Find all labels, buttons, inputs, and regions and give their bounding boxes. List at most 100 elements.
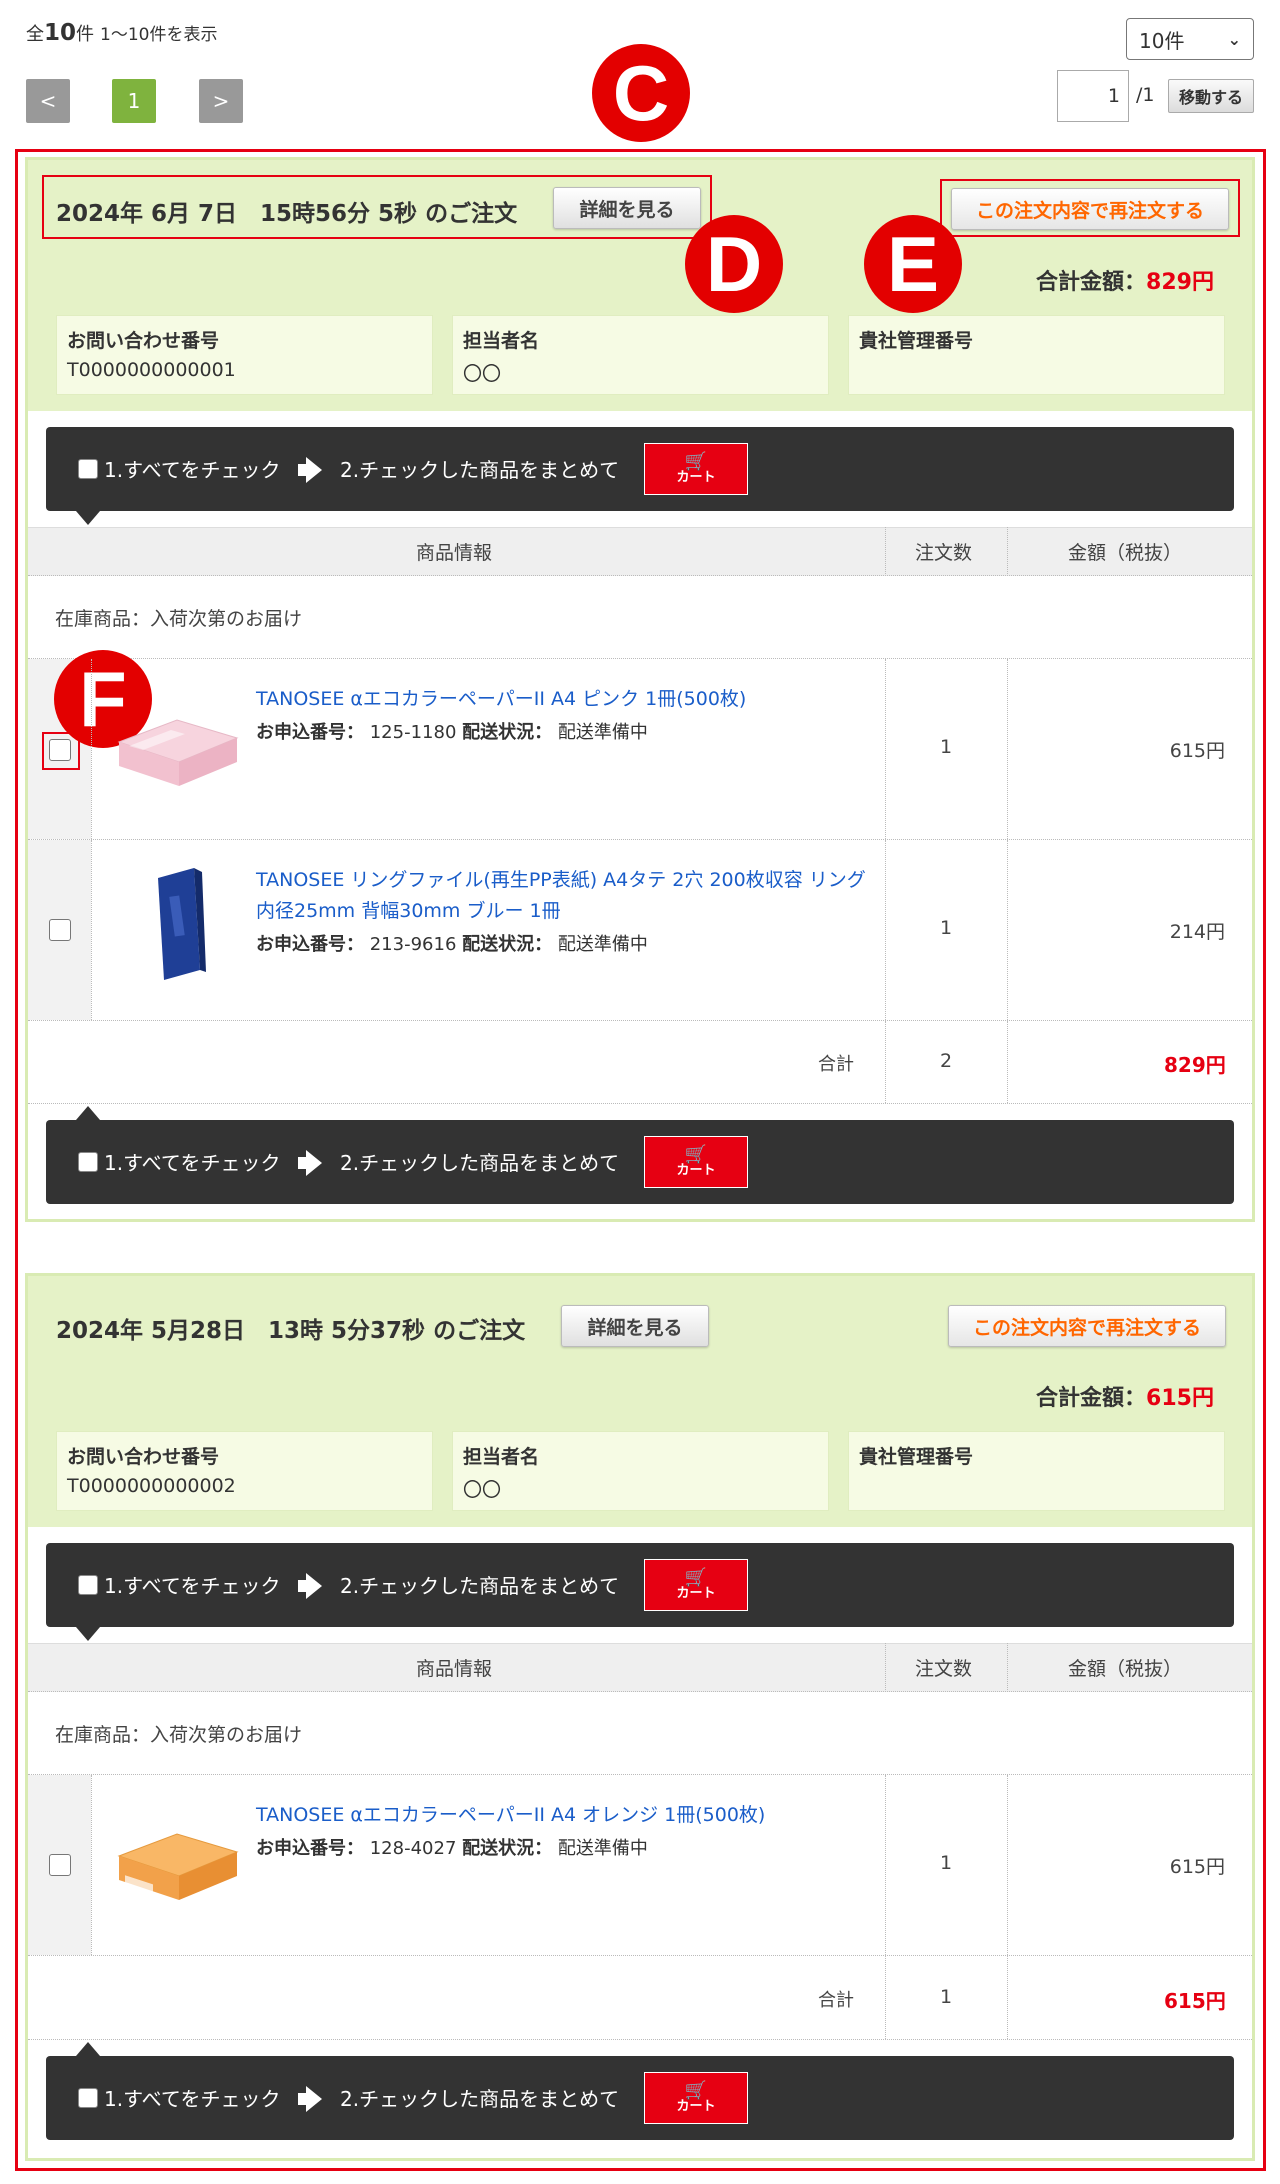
cart-icon: 🛒 <box>684 1566 708 1588</box>
row-checkbox[interactable] <box>49 1854 71 1876</box>
col-product-header: 商品情報 <box>416 542 493 564</box>
inquiry-number: T0000000000002 <box>67 1475 236 1497</box>
check-all-checkbox[interactable] <box>78 2088 98 2108</box>
product-link[interactable]: TANOSEE αエコカラーペーパーII A4 オレンジ 1冊(500枚) <box>256 1800 856 1831</box>
page-total: /1 <box>1136 84 1155 106</box>
annotation-frame-e <box>940 179 1240 237</box>
order-total-value: 615円 <box>1146 1386 1214 1411</box>
row-divider <box>28 839 1252 840</box>
item-qty: 1 <box>940 917 953 939</box>
item-price: 615円 <box>1169 740 1225 762</box>
stock-note: 在庫商品：入荷次第のお届け <box>55 1724 303 1746</box>
row-divider <box>28 1020 1252 1021</box>
add-to-cart-button[interactable]: 🛒 カート <box>644 2072 748 2124</box>
check-all-label[interactable]: 1.すべてをチェック <box>104 1570 280 1599</box>
cart-icon: 🛒 <box>684 1143 708 1165</box>
col-divider <box>885 840 886 1020</box>
row-divider <box>28 1774 1252 1775</box>
col-divider <box>1007 1775 1008 1955</box>
view-details-button[interactable]: 詳細を見る <box>561 1305 709 1347</box>
col-divider <box>1007 527 1008 576</box>
col-divider <box>885 1643 886 1692</box>
row-divider <box>28 2039 1252 2040</box>
col-divider <box>885 527 886 576</box>
reorder-button[interactable]: この注文内容で再注文する <box>948 1305 1226 1347</box>
col-divider <box>1007 1021 1008 1103</box>
col-divider <box>885 659 886 839</box>
row-divider <box>28 1103 1252 1104</box>
inquiry-number-box: お問い合わせ番号 T0000000000001 <box>56 315 433 395</box>
page-number-input[interactable]: 1 <box>1057 70 1129 122</box>
arrow-right-icon-stem <box>298 1157 308 1169</box>
bar-pointer <box>76 511 100 525</box>
per-page-select[interactable]: 10件 ⌄ <box>1126 18 1254 60</box>
col-divider <box>1007 659 1008 839</box>
check-all-label[interactable]: 1.すべてをチェック <box>104 454 280 483</box>
order-total: 合計金額：829円 <box>1036 270 1214 295</box>
shipping-status: 配送準備中 <box>557 934 648 955</box>
item-price: 214円 <box>1169 921 1225 943</box>
bulk-add-label: 2.チェックした商品をまとめて <box>340 1151 620 1175</box>
arrow-right-icon <box>306 2086 322 2112</box>
col-divider <box>91 1775 92 1955</box>
staff-name-box: 担当者名 〇〇 <box>452 315 829 395</box>
management-number-box: 貴社管理番号 <box>848 315 1225 395</box>
row-checkbox[interactable] <box>49 919 71 941</box>
sum-label: 合計 <box>818 1054 854 1075</box>
col-divider <box>885 1021 886 1103</box>
bar-pointer <box>76 1106 100 1120</box>
order-total-value: 829円 <box>1146 270 1214 295</box>
arrow-right-icon-stem <box>298 464 308 476</box>
add-to-cart-button[interactable]: 🛒 カート <box>644 1136 748 1188</box>
check-all-label[interactable]: 1.すべてをチェック <box>104 1147 280 1176</box>
col-divider <box>91 840 92 1020</box>
annotation-marker-c: C <box>592 44 690 142</box>
bulk-add-label: 2.チェックした商品をまとめて <box>340 1574 620 1598</box>
arrow-right-icon-stem <box>298 2093 308 2105</box>
pink-paper-ream-image <box>117 719 239 786</box>
col-price-header: 金額（税抜） <box>1068 1658 1183 1680</box>
stock-note: 在庫商品：入荷次第のお届け <box>55 608 303 630</box>
col-price-header: 金額（税抜） <box>1068 542 1183 564</box>
orange-paper-ream-image <box>117 1833 239 1900</box>
product-link[interactable]: TANOSEE αエコカラーペーパーII A4 ピンク 1冊(500枚) <box>256 684 856 715</box>
move-page-button[interactable]: 移動する <box>1168 79 1254 113</box>
sum-label: 合計 <box>818 1990 854 2011</box>
inquiry-number: T0000000000001 <box>67 359 236 381</box>
bulk-add-label: 2.チェックした商品をまとめて <box>340 458 620 482</box>
staff-name: 〇〇 <box>463 1479 502 1501</box>
annotation-marker-d: D <box>685 215 783 313</box>
annotation-frame-d <box>42 175 712 239</box>
management-number-box: 貴社管理番号 <box>848 1431 1225 1511</box>
row-divider <box>28 1955 1252 1956</box>
sum-qty: 1 <box>940 1986 953 2008</box>
item-qty: 1 <box>940 1852 953 1874</box>
check-all-checkbox[interactable] <box>78 459 98 479</box>
check-all-checkbox[interactable] <box>78 1575 98 1595</box>
current-page-button[interactable]: 1 <box>112 79 156 123</box>
item-qty: 1 <box>940 736 953 758</box>
product-link[interactable]: TANOSEE リングファイル(再生PP表紙) A4タテ 2穴 200枚収容 リ… <box>256 865 876 927</box>
arrow-right-icon <box>306 457 322 483</box>
col-divider <box>91 659 92 839</box>
add-to-cart-button[interactable]: 🛒 カート <box>644 1559 748 1611</box>
cart-icon: 🛒 <box>684 450 708 472</box>
check-all-label[interactable]: 1.すべてをチェック <box>104 2083 280 2112</box>
col-divider <box>885 1775 886 1955</box>
shipping-status: 配送準備中 <box>557 1838 648 1859</box>
col-divider <box>1007 840 1008 1020</box>
order-total: 合計金額：615円 <box>1036 1386 1214 1411</box>
application-number: 125-1180 <box>369 722 457 743</box>
add-to-cart-button[interactable]: 🛒 カート <box>644 443 748 495</box>
col-product-header: 商品情報 <box>416 1658 493 1680</box>
col-divider <box>1007 1956 1008 2039</box>
chevron-down-icon: ⌄ <box>1227 29 1241 49</box>
next-page-button[interactable]: > <box>199 79 243 123</box>
check-all-checkbox[interactable] <box>78 1152 98 1172</box>
prev-page-button[interactable]: < <box>26 79 70 123</box>
cart-icon: 🛒 <box>684 2079 708 2101</box>
product-meta: お申込番号： 213-9616 配送状況： 配送準備中 <box>256 934 648 955</box>
application-number: 128-4027 <box>369 1838 457 1859</box>
item-price: 615円 <box>1169 1856 1225 1878</box>
application-number: 213-9616 <box>369 934 457 955</box>
